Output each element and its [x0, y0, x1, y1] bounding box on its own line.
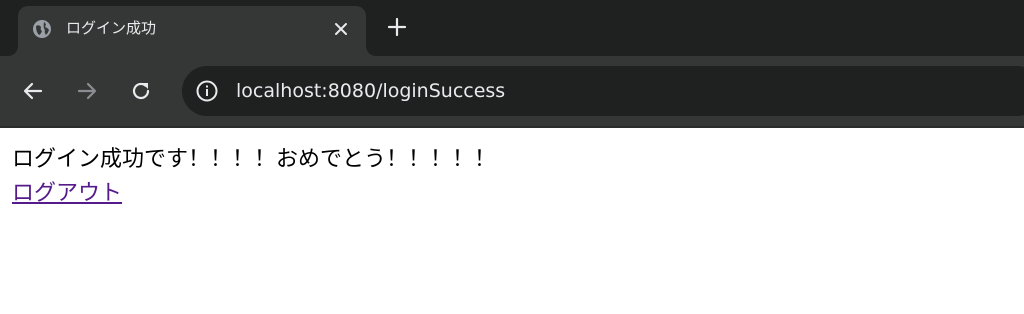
globe-icon	[33, 20, 51, 38]
url-text[interactable]: localhost:8080/loginSuccess	[236, 78, 505, 104]
address-bar[interactable]: localhost:8080/loginSuccess	[182, 66, 1024, 116]
tab-strip: ログイン成功	[0, 0, 1024, 56]
toolbar: localhost:8080/loginSuccess	[0, 56, 1024, 126]
page-content: ログイン成功です！！！！おめでとう！！！！！ ログアウト	[0, 128, 1024, 314]
logout-link[interactable]: ログアウト	[12, 180, 122, 208]
close-icon[interactable]	[330, 18, 352, 40]
tab-title: ログイン成功	[66, 19, 157, 37]
success-message: ログイン成功です！！！！おめでとう！！！！！	[12, 147, 497, 172]
browser-window: ログイン成功 localhost:8080/loginSuccess ログイン成…	[0, 0, 1024, 314]
tab-active[interactable]: ログイン成功	[18, 6, 366, 56]
plus-icon[interactable]	[384, 14, 410, 40]
info-icon[interactable]	[194, 78, 220, 104]
arrow-right-icon[interactable]	[74, 78, 100, 104]
arrow-left-icon[interactable]	[20, 78, 46, 104]
reload-icon[interactable]	[128, 78, 154, 104]
